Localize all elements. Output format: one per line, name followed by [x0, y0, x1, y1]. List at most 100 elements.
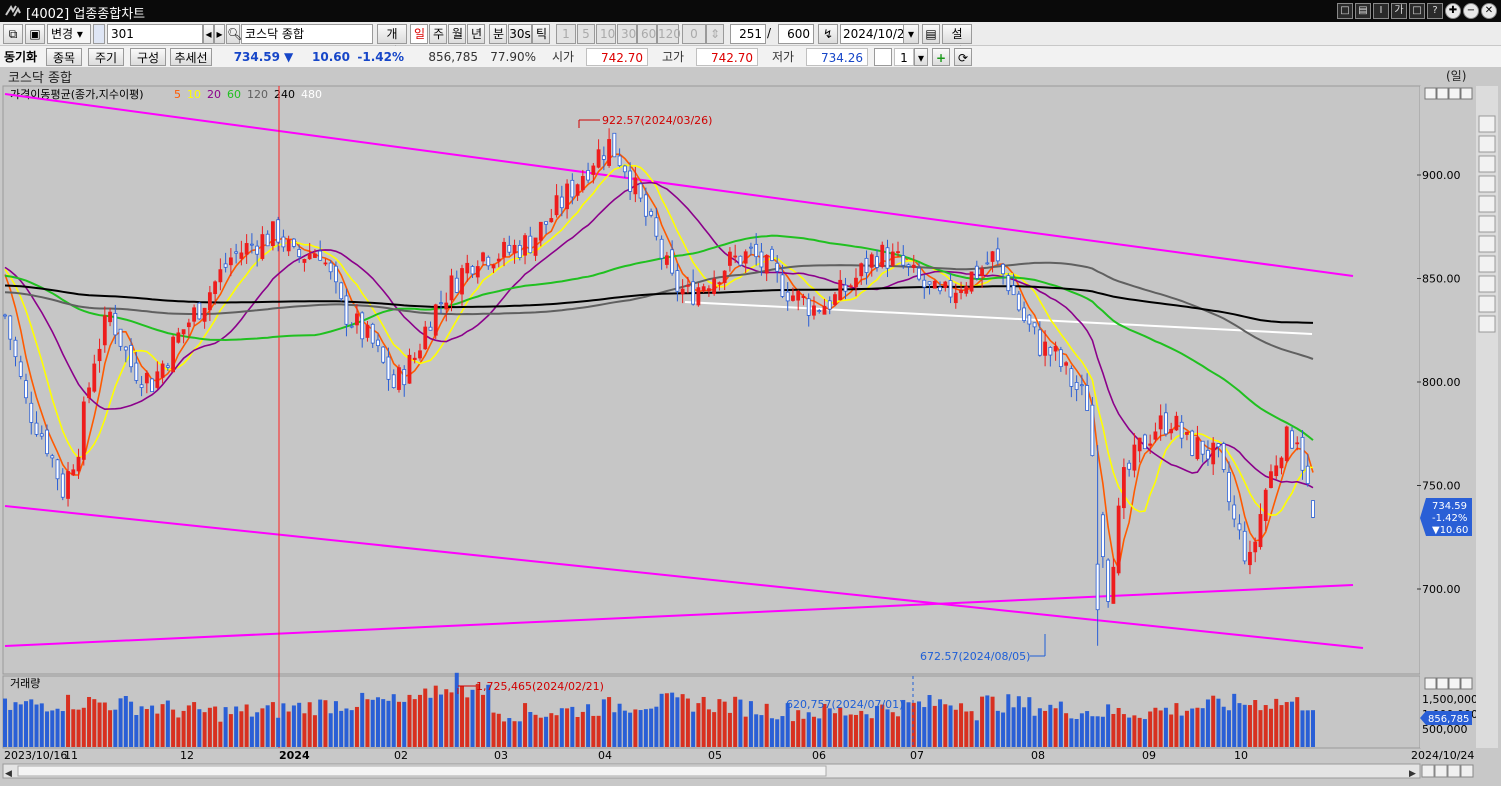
interval-custom-input[interactable]: 0	[682, 24, 706, 44]
window-button-2[interactable]: ▤	[1355, 3, 1371, 19]
pane-btn-1-vol	[1424, 677, 1437, 690]
candle-body	[1284, 426, 1289, 462]
multiplier-input[interactable]: 1	[894, 48, 914, 66]
candle-body	[118, 328, 123, 347]
pin-icon[interactable]: ✚	[1445, 3, 1461, 19]
next-arrow-icon[interactable]: ▸	[214, 24, 225, 44]
x-tick-label: 09	[1142, 749, 1156, 762]
volume-bar	[360, 692, 365, 747]
volume-bar	[995, 710, 1000, 747]
volume-bar	[1169, 714, 1174, 747]
interval-30-button[interactable]: 30	[617, 24, 637, 44]
individual-button[interactable]: 개별	[377, 24, 407, 59]
window-button-1[interactable]: □	[1337, 3, 1353, 19]
date-input[interactable]: 2024/10/24	[840, 24, 904, 44]
arrow-tool-icon	[1478, 135, 1496, 153]
period-button[interactable]: 주기	[88, 48, 124, 66]
chart-unit-label: (일)	[1446, 69, 1466, 83]
settings-button[interactable]: 설정	[942, 24, 972, 59]
window-button-4[interactable]: 가	[1391, 3, 1407, 19]
period-minute-button[interactable]: 분	[489, 24, 507, 44]
multiplier-dropdown-icon[interactable]: ▾	[914, 48, 928, 66]
total-count-input[interactable]: 600	[778, 24, 814, 44]
candle-body	[365, 324, 370, 338]
date-dropdown-icon[interactable]: ▾	[903, 24, 919, 44]
candle-body	[297, 249, 302, 257]
period-week-button[interactable]: 주	[429, 24, 447, 44]
search-icon[interactable]: 🔍︎	[226, 24, 242, 44]
interval-1-button[interactable]: 1	[556, 24, 576, 44]
item-button[interactable]: 종목	[46, 48, 82, 66]
window-title: [4002] 업종종합차트	[26, 7, 146, 22]
prev-arrow-icon[interactable]: ◂	[203, 24, 214, 44]
ma-legend-120: 120	[247, 88, 268, 101]
ellipse-tool-icon	[1478, 175, 1496, 193]
annotation-label-0: 922.57(2024/03/26)	[602, 114, 712, 127]
window-button-5[interactable]: □	[1409, 3, 1425, 19]
candle-body	[1190, 430, 1195, 456]
candle-body	[554, 195, 559, 216]
help-button[interactable]: ?	[1427, 3, 1443, 19]
add-icon[interactable]: +	[932, 48, 950, 66]
ma-legend-label: 가격이동평균(종가,지수이평)	[10, 88, 144, 101]
candle-body	[1274, 465, 1279, 477]
volume-bar	[1195, 707, 1200, 747]
volume-bar	[354, 706, 359, 747]
volume-bar	[396, 701, 401, 747]
volume-bar	[927, 695, 932, 747]
volume-bar	[197, 709, 202, 747]
candle-body	[801, 295, 806, 298]
period-30s-button[interactable]: 30s	[508, 24, 532, 44]
candle-body	[964, 286, 969, 294]
interval-stepper-icon[interactable]: ⇕	[706, 24, 724, 44]
price-change: 10.60	[312, 50, 350, 64]
candle-body	[1216, 443, 1221, 448]
volume-bar	[591, 715, 596, 747]
interval-120-button[interactable]: 120	[657, 24, 681, 44]
volume-bar	[176, 717, 181, 747]
volume-bar	[433, 685, 438, 747]
period-day-button[interactable]: 일	[410, 24, 428, 44]
screen-icon[interactable]: ▣	[25, 24, 45, 44]
volume-bar	[150, 705, 155, 747]
right-axis-bg	[1420, 86, 1472, 748]
candle-body	[764, 254, 769, 274]
candle-body	[1269, 471, 1273, 488]
window-button-3[interactable]: Ⅰ	[1373, 3, 1389, 19]
layout-icon[interactable]: ⧉	[3, 24, 23, 44]
volume-bar	[1247, 705, 1252, 747]
calendar-icon[interactable]: ▤	[922, 24, 940, 44]
candle-body	[265, 233, 270, 247]
refresh-icon[interactable]: ⟳	[954, 48, 972, 66]
candle-body	[575, 184, 580, 196]
interval-10-button[interactable]: 10	[596, 24, 616, 44]
compare-checkbox[interactable]	[874, 48, 892, 66]
chart-sync-icon[interactable]: ↯	[818, 24, 838, 44]
volume-bar	[1226, 710, 1231, 747]
close-icon[interactable]: ✕	[1481, 3, 1497, 19]
interval-5-button[interactable]: 5	[577, 24, 595, 44]
volume-bar	[1311, 710, 1315, 747]
price-chart-svg[interactable]: 코스닥 종합 (일) 가격이동평균(종가,지수이평) 5 10 20 60 120 240…	[0, 68, 1501, 786]
period-month-button[interactable]: 월	[448, 24, 466, 44]
period-tool-icon	[1478, 315, 1496, 333]
period-year-button[interactable]: 년	[467, 24, 485, 44]
compose-button[interactable]: 구성	[130, 48, 166, 66]
interval-60-button[interactable]: 60	[637, 24, 657, 44]
volume-bar	[607, 697, 612, 747]
volume-bar	[885, 709, 890, 747]
display-count-input[interactable]: 251	[730, 24, 766, 44]
code-input[interactable]: 301	[107, 24, 203, 44]
period-tick-button[interactable]: 틱	[532, 24, 550, 44]
minimize-icon[interactable]: −	[1463, 3, 1479, 19]
chart-area[interactable]: 코스닥 종합 (일) 가격이동평균(종가,지수이평) 5 10 20 60 120 240…	[0, 68, 1501, 786]
candle-body	[549, 218, 554, 223]
volume-bar	[974, 720, 979, 747]
trendline-button[interactable]: 추세선	[170, 48, 212, 66]
volume-bar	[139, 706, 144, 747]
candle-body	[812, 305, 816, 316]
candle-body	[1116, 505, 1121, 574]
volume-bar	[417, 694, 422, 747]
candle-body	[754, 243, 759, 258]
mode-select[interactable]: 변경 ▾	[47, 24, 91, 44]
